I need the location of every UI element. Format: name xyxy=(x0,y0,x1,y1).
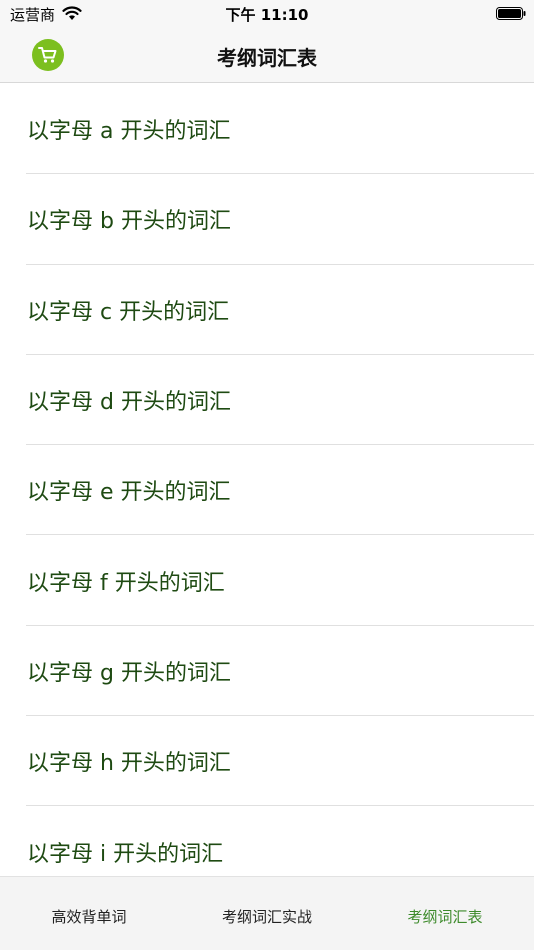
list-item-label: 以字母 i 开头的词汇 xyxy=(27,841,224,867)
list-item-b[interactable]: 以字母 b 开头的词汇 xyxy=(0,174,534,265)
list-item-label: 以字母 c 开头的词汇 xyxy=(27,299,230,325)
page-title: 考纲词汇表 xyxy=(217,46,317,70)
navigation-bar: 考纲词汇表 xyxy=(0,28,534,83)
list-item-a[interactable]: 以字母 a 开头的词汇 xyxy=(0,84,534,175)
list-item-g[interactable]: 以字母 g 开头的词汇 xyxy=(0,626,534,717)
list-item-label: 以字母 f 开头的词汇 xyxy=(27,570,225,596)
list-item-e[interactable]: 以字母 e 开头的词汇 xyxy=(0,445,534,536)
list-item-label: 以字母 d 开头的词汇 xyxy=(27,390,231,416)
list-item-label: 以字母 a 开头的词汇 xyxy=(27,119,231,145)
screen: 运营商 下午 11:10 考纲词汇表 以字母 a 开头的词汇 以字母 b 开头的… xyxy=(0,0,534,950)
tab-vocabulary-list[interactable]: 考纲词汇表 xyxy=(356,877,534,950)
list-item-label: 以字母 e 开头的词汇 xyxy=(27,480,231,506)
list-item-label: 以字母 b 开头的词汇 xyxy=(27,209,231,235)
list-item-label: 以字母 h 开头的词汇 xyxy=(27,751,231,777)
vocabulary-list: 以字母 a 开头的词汇 以字母 b 开头的词汇 以字母 c 开头的词汇 以字母 … xyxy=(0,84,534,876)
tab-memorize-words[interactable]: 高效背单词 xyxy=(0,877,178,950)
list-item-d[interactable]: 以字母 d 开头的词汇 xyxy=(0,355,534,446)
tab-bar: 高效背单词 考纲词汇实战 考纲词汇表 xyxy=(0,876,534,950)
tab-vocabulary-practice[interactable]: 考纲词汇实战 xyxy=(178,877,356,950)
battery-icon xyxy=(496,7,526,20)
status-bar: 运营商 下午 11:10 xyxy=(0,0,534,28)
list-item-label: 以字母 g 开头的词汇 xyxy=(27,660,231,686)
status-time: 下午 11:10 xyxy=(225,6,309,24)
list-item-i[interactable]: 以字母 i 开头的词汇 xyxy=(0,806,534,876)
list-item-h[interactable]: 以字母 h 开头的词汇 xyxy=(0,716,534,807)
list-item-f[interactable]: 以字母 f 开头的词汇 xyxy=(0,535,534,627)
list-item-c[interactable]: 以字母 c 开头的词汇 xyxy=(0,265,534,356)
